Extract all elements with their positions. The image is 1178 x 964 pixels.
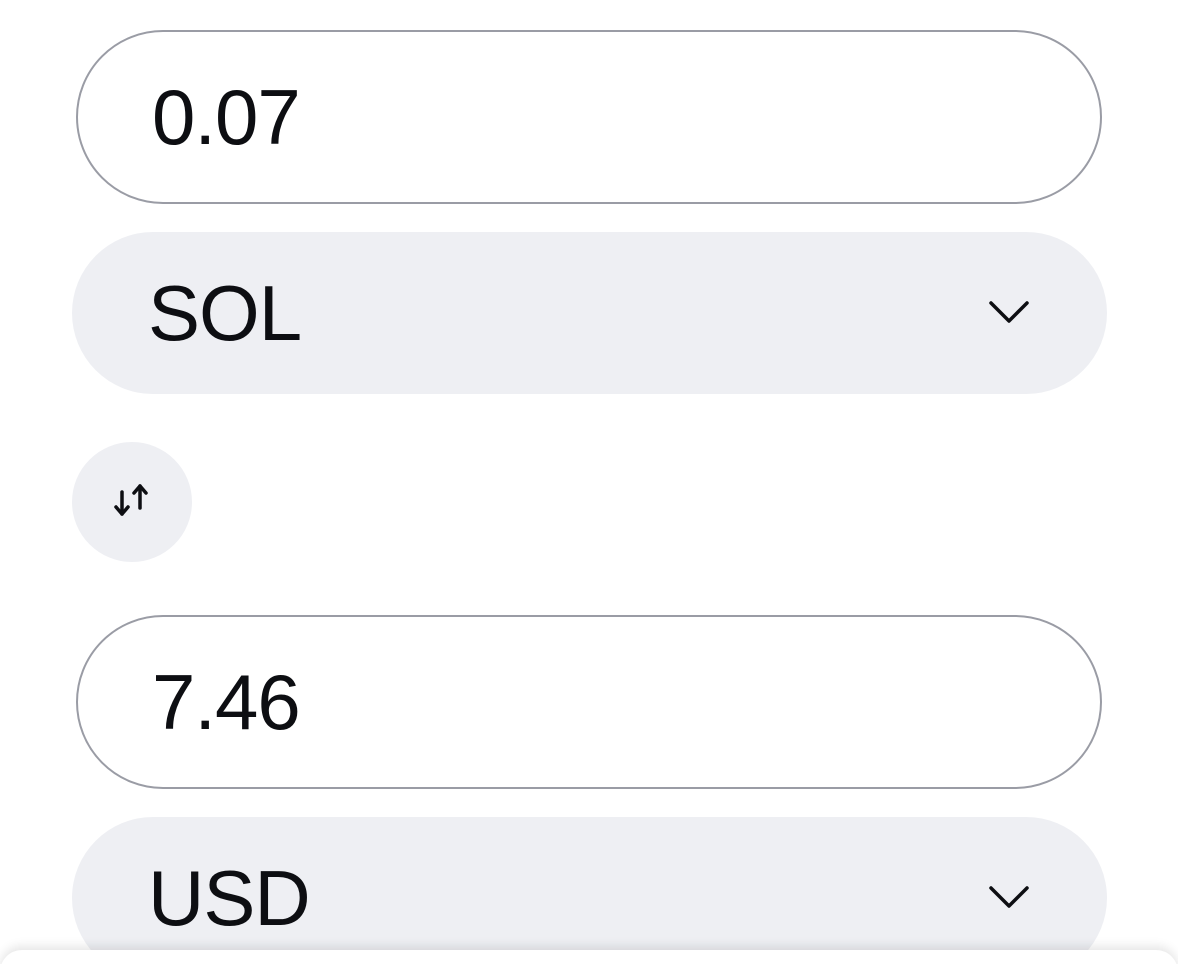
- from-currency-label: SOL: [148, 269, 302, 357]
- swap-currencies-button[interactable]: [72, 442, 192, 562]
- to-amount-value: 7.46: [152, 658, 301, 746]
- swap-vertical-icon: [114, 484, 148, 516]
- to-currency-label: USD: [148, 854, 311, 942]
- from-currency-select[interactable]: SOL: [72, 232, 1107, 394]
- currency-converter: 0.07 SOL 7.46 USD: [0, 0, 1178, 964]
- to-amount-input[interactable]: 7.46: [76, 615, 1102, 789]
- from-amount-input[interactable]: 0.07: [76, 30, 1102, 204]
- bottom-sheet-edge: [0, 950, 1178, 964]
- to-currency-select[interactable]: USD: [72, 817, 1107, 964]
- chevron-down-icon: [989, 886, 1029, 908]
- chevron-down-icon: [989, 301, 1029, 323]
- from-amount-value: 0.07: [152, 73, 301, 161]
